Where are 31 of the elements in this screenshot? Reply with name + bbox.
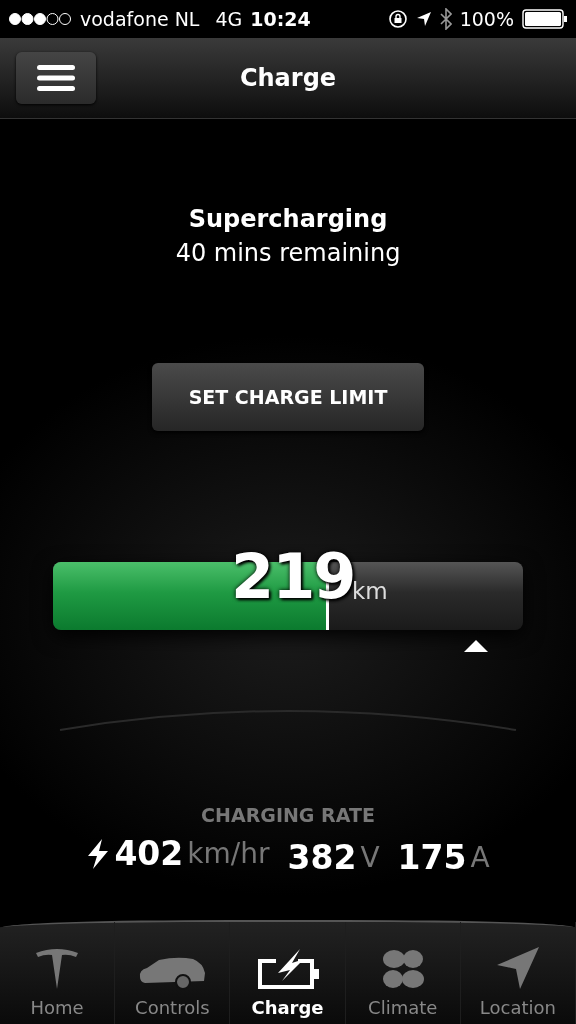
screen-title: Charge xyxy=(239,64,337,92)
charge-status-title: Supercharging xyxy=(188,205,388,233)
rate-unit: V xyxy=(360,840,380,874)
set-charge-limit-button[interactable]: SET CHARGE LIMIT xyxy=(152,363,424,431)
tab-button[interactable]: Location xyxy=(460,922,576,1024)
charging-rate-heading: CHARGING RATE xyxy=(201,804,375,826)
network-type: 4G xyxy=(215,8,243,30)
tab-button[interactable]: Charge xyxy=(230,922,346,1024)
tab-button[interactable]: Home xyxy=(0,922,116,1024)
location-arrow-icon xyxy=(415,11,432,27)
tab-button[interactable]: Climate xyxy=(345,922,461,1024)
rate-unit: A xyxy=(470,840,490,874)
rate-unit: km/hr xyxy=(187,837,270,870)
rate-value: 402 xyxy=(114,834,184,873)
rate-value: 175 xyxy=(397,837,467,877)
signal-icon xyxy=(8,12,72,26)
bluetooth-icon xyxy=(439,8,452,30)
carrier-name: vodafone NL xyxy=(80,8,200,30)
charge-limit-marker[interactable] xyxy=(464,640,488,652)
time-remaining: 40 mins remaining xyxy=(175,239,401,267)
menu-icon xyxy=(37,65,75,91)
car-icon xyxy=(137,955,208,991)
battery-percentage: 100% xyxy=(459,8,514,30)
tab-button[interactable]: Controls xyxy=(115,922,231,1024)
menu-button[interactable] xyxy=(16,52,96,104)
battery-icon xyxy=(522,9,568,29)
clock-time: 10:24 xyxy=(250,8,311,30)
range-unit: km xyxy=(352,578,388,604)
lightning-bolt-icon xyxy=(86,838,111,869)
rotation-lock-icon xyxy=(387,9,408,29)
rate-value: 382 xyxy=(287,837,357,877)
